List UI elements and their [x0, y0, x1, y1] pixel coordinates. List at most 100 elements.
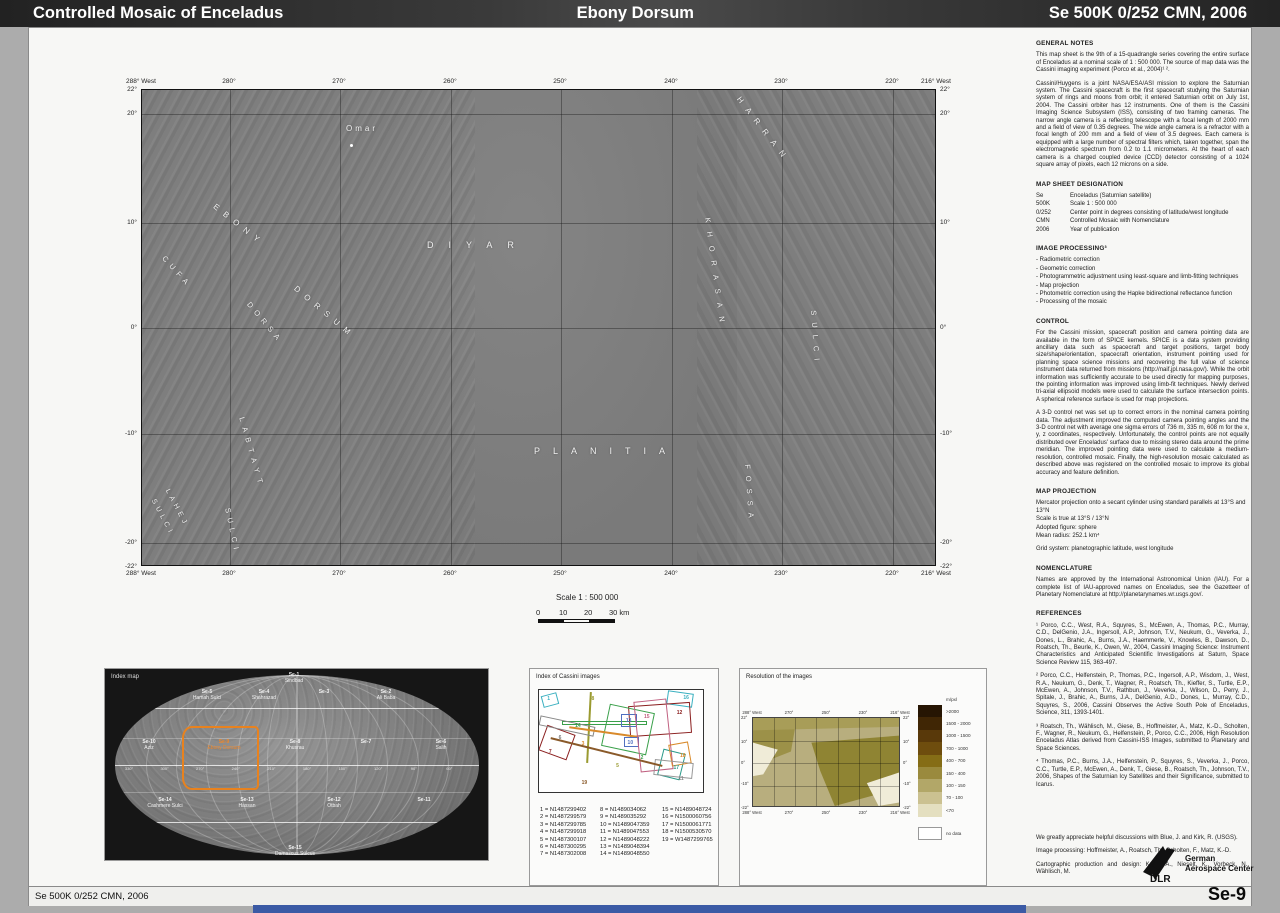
map-latitude-label: -10°	[115, 430, 137, 437]
legend-color-swatch	[918, 804, 942, 816]
footprint-number: 16	[683, 695, 689, 701]
map-latitude-label: 0°	[940, 324, 946, 331]
index-map-equator-tick: 210°	[267, 766, 275, 771]
spacer	[1036, 795, 1249, 835]
svg-text:DLR: DLR	[1150, 874, 1171, 884]
resolution-lon-label: 230°	[859, 710, 868, 715]
map-latitude-label: 22°	[115, 86, 137, 93]
designation-value: Enceladus (Saturnian satellite)	[1070, 193, 1249, 200]
map-longitude-label: 230°	[774, 78, 787, 85]
map-gridline-parallel	[142, 114, 935, 115]
control-p2: A 3-D control net was set up to correct …	[1036, 410, 1249, 477]
footer-strip: Se 500K 0/252 CMN, 2006 Se-9	[28, 887, 1252, 906]
map-longitude-label: 270°	[332, 570, 345, 577]
designation-value: Controlled Mosaic with Nomenclature	[1070, 218, 1249, 225]
index-map-parallel	[115, 792, 479, 793]
map-longitude-label: 250°	[553, 78, 566, 85]
resolution-map-gridline	[753, 763, 899, 764]
scale-tick-label: 20	[584, 608, 592, 617]
footprint-number: 12	[677, 710, 683, 716]
index-quad-label-se-13: Se-13Hassan	[239, 797, 256, 809]
quad-name: Damascus Sulcus	[275, 851, 315, 857]
designation-key: CMN	[1036, 218, 1070, 225]
footprint-number: 11	[678, 776, 683, 782]
quad-id: Se-3	[319, 689, 330, 695]
legend-color-swatch	[918, 705, 942, 717]
legend-class-label: >2000	[946, 709, 959, 714]
reference-item: ² Porco, C.C., Helfenstein, P., Thomas, …	[1036, 673, 1249, 717]
footprint-number: 5	[616, 763, 619, 769]
legend-class-label: 1000 - 1500	[946, 733, 971, 738]
index-map-equator-tick: 120°	[374, 766, 382, 771]
quad-id: Se-7	[361, 739, 372, 745]
resolution-title: Resolution of the images	[746, 674, 812, 680]
footprint-number: 18	[680, 753, 686, 759]
designation-table: SeEnceladus (Saturnian satellite)500KSca…	[1036, 193, 1249, 234]
legend-unit: m/pxl	[946, 697, 957, 702]
no-data-label: no data	[946, 831, 961, 836]
map-latitude-label: 10°	[940, 219, 950, 226]
crater-marker	[350, 144, 353, 147]
legend-color-swatch	[918, 742, 942, 754]
current-quad-outline	[182, 726, 259, 790]
quad-name: Khusrau	[286, 745, 305, 751]
image-processing-item: - Processing of the mosaic	[1036, 299, 1249, 306]
index-quad-label-se-1: Se-1Sindbad	[285, 672, 303, 684]
map-feature-label: DIYAR	[427, 240, 529, 250]
map-longitude-label: 260°	[443, 570, 456, 577]
resolution-lon-label: 250°	[822, 810, 831, 815]
reference-item: ⁴ Thomas, P.C., Burns, J.A., Helfenstein…	[1036, 759, 1249, 789]
image-processing-item: - Radiometric correction	[1036, 257, 1249, 264]
index-quad-label-se-2: Se-2Ali Baba	[377, 689, 396, 701]
quad-id: Se-11	[417, 797, 430, 803]
map-gridline-parallel	[142, 434, 935, 435]
index-quad-label-se-9: Se-9Ebony Dorsum	[207, 739, 240, 751]
map-sheet: OmarEBONYDORSUMCUFADORSALABTAYTSULCILAHE…	[28, 27, 1252, 887]
legend-class-label: 150 - 400	[946, 771, 965, 776]
map-projection-line: Mean radius: 252.1 km⁴	[1036, 533, 1249, 540]
index-quad-label-se-6: Se-6Salih	[435, 739, 446, 751]
index-quad-label-se-15: Se-15Damascus Sulcus	[275, 845, 315, 857]
map-projection-lines: Mercator projection onto a secant cylind…	[1036, 500, 1249, 540]
bottom-blue-strip	[253, 905, 1026, 913]
footer-sheet-id: Se-9	[1208, 884, 1246, 905]
map-latitude-label: -22°	[115, 563, 137, 570]
resolution-lon-label: 216° West	[890, 810, 909, 815]
map-longitude-label: 240°	[664, 78, 677, 85]
image-footprint	[541, 692, 560, 708]
resolution-map-gridline	[795, 718, 796, 806]
legend-class-label: <70	[946, 808, 954, 813]
sheet-header-bar: Controlled Mosaic of Enceladus Ebony Dor…	[0, 0, 1280, 27]
legend-color-swatch	[918, 755, 942, 767]
image-processing-item: - Photometric correction using the Hapke…	[1036, 291, 1249, 298]
map-latitude-label: 20°	[115, 110, 137, 117]
map-longitude-label: 216° West	[921, 570, 951, 577]
map-longitude-label: 280°	[222, 78, 235, 85]
resolution-map-gridline	[753, 741, 899, 742]
cassini-image-id-list: 15 = N1489048724 16 = N1500060756 17 = N…	[662, 807, 713, 844]
dlr-name: German Aerospace Center	[1185, 854, 1253, 873]
quad-name: Cashmere Sulci	[147, 803, 182, 809]
map-latitude-label: 22°	[940, 86, 950, 93]
designation-heading: MAP SHEET DESIGNATION	[1036, 181, 1249, 188]
dlr-name-line1: German	[1185, 854, 1253, 864]
acknowledgement-p1: We greatly appreciate helpful discussion…	[1036, 835, 1249, 842]
resolution-lon-label: 270°	[785, 710, 794, 715]
dlr-logo-icon: DLR	[1137, 844, 1181, 884]
footprint-number: 7	[549, 749, 552, 755]
legend-color-swatch	[918, 767, 942, 779]
index-quad-label-se-10: Se-10Aziz	[142, 739, 155, 751]
map-gridline-parallel	[142, 543, 935, 544]
resolution-lon-label: 230°	[859, 810, 868, 815]
control-heading: CONTROL	[1036, 318, 1249, 325]
map-longitude-label: 220°	[885, 570, 898, 577]
grid-system-line: Grid system: planetographic latitude, we…	[1036, 546, 1249, 553]
legend-class-label: 1500 - 2000	[946, 721, 971, 726]
cassini-index-panel: Index of Cassini images 1816121513143102…	[529, 668, 719, 886]
dlr-logo-block: DLR German Aerospace Center	[1137, 844, 1267, 884]
index-map-panel: Index map 330°300°270°240°210°180°150°12…	[104, 668, 489, 861]
designation-row: CMNControlled Mosaic with Nomenclature	[1036, 218, 1249, 225]
index-map-equator-tick: 330°	[125, 766, 133, 771]
map-longitude-label: 270°	[332, 78, 345, 85]
quadrangle-name: Ebony Dorsum	[577, 4, 694, 23]
